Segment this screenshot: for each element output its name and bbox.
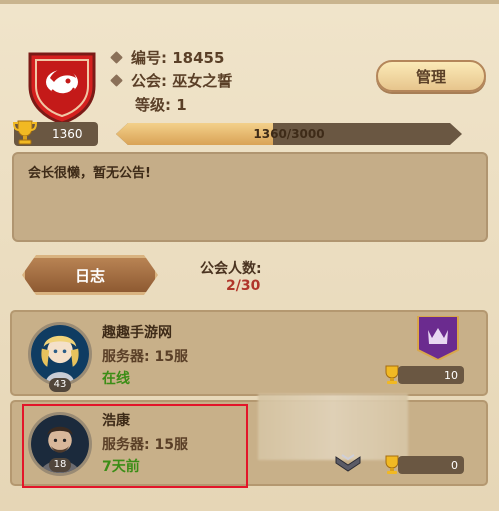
member-status-online: 在线 xyxy=(102,371,130,387)
member-server: 服务器: 15服 xyxy=(102,349,188,365)
log-button[interactable]: 日志 xyxy=(22,255,158,295)
guild-notice: 会长很懒，暂无公告! xyxy=(12,152,488,242)
trophy-icon xyxy=(12,118,38,146)
members-label: 公会人数: xyxy=(200,261,262,277)
member-name: 趣趣手游网 xyxy=(102,325,172,341)
highlight-box xyxy=(22,404,248,488)
crown-banner-icon xyxy=(414,315,462,362)
guild-name: 公会: 巫女之誓 xyxy=(131,71,233,90)
avatar xyxy=(28,322,92,386)
diamond-bullet-icon xyxy=(110,73,123,87)
member-score: 10 xyxy=(398,366,464,384)
members-count: 2/30 xyxy=(226,278,261,294)
guild-level: 等级: 1 xyxy=(135,95,187,114)
diamond-bullet-icon xyxy=(110,50,123,64)
guild-id-row: 编号: 18455 xyxy=(110,46,225,68)
guild-crest-icon xyxy=(26,48,98,125)
guild-id: 编号: 18455 xyxy=(131,48,225,67)
guild-name-row: 公会: 巫女之誓 xyxy=(110,69,233,91)
rank-chevron-icon xyxy=(334,453,362,473)
guild-xp-text: 1360/3000 xyxy=(253,127,325,141)
member-score: 0 xyxy=(398,456,464,474)
guild-level-row: 等级: 1 xyxy=(135,93,187,115)
guild-xp-bar: 1360/3000 xyxy=(116,123,462,145)
member-level-badge: 43 xyxy=(49,378,71,392)
blurred-region xyxy=(258,394,408,460)
guild-panel: 编号: 18455 公会: 巫女之誓 等级: 1 管理 1360 1360/30… xyxy=(0,0,499,511)
guild-notice-text: 会长很懒，暂无公告! xyxy=(28,166,151,181)
manage-button[interactable]: 管理 xyxy=(376,60,486,92)
